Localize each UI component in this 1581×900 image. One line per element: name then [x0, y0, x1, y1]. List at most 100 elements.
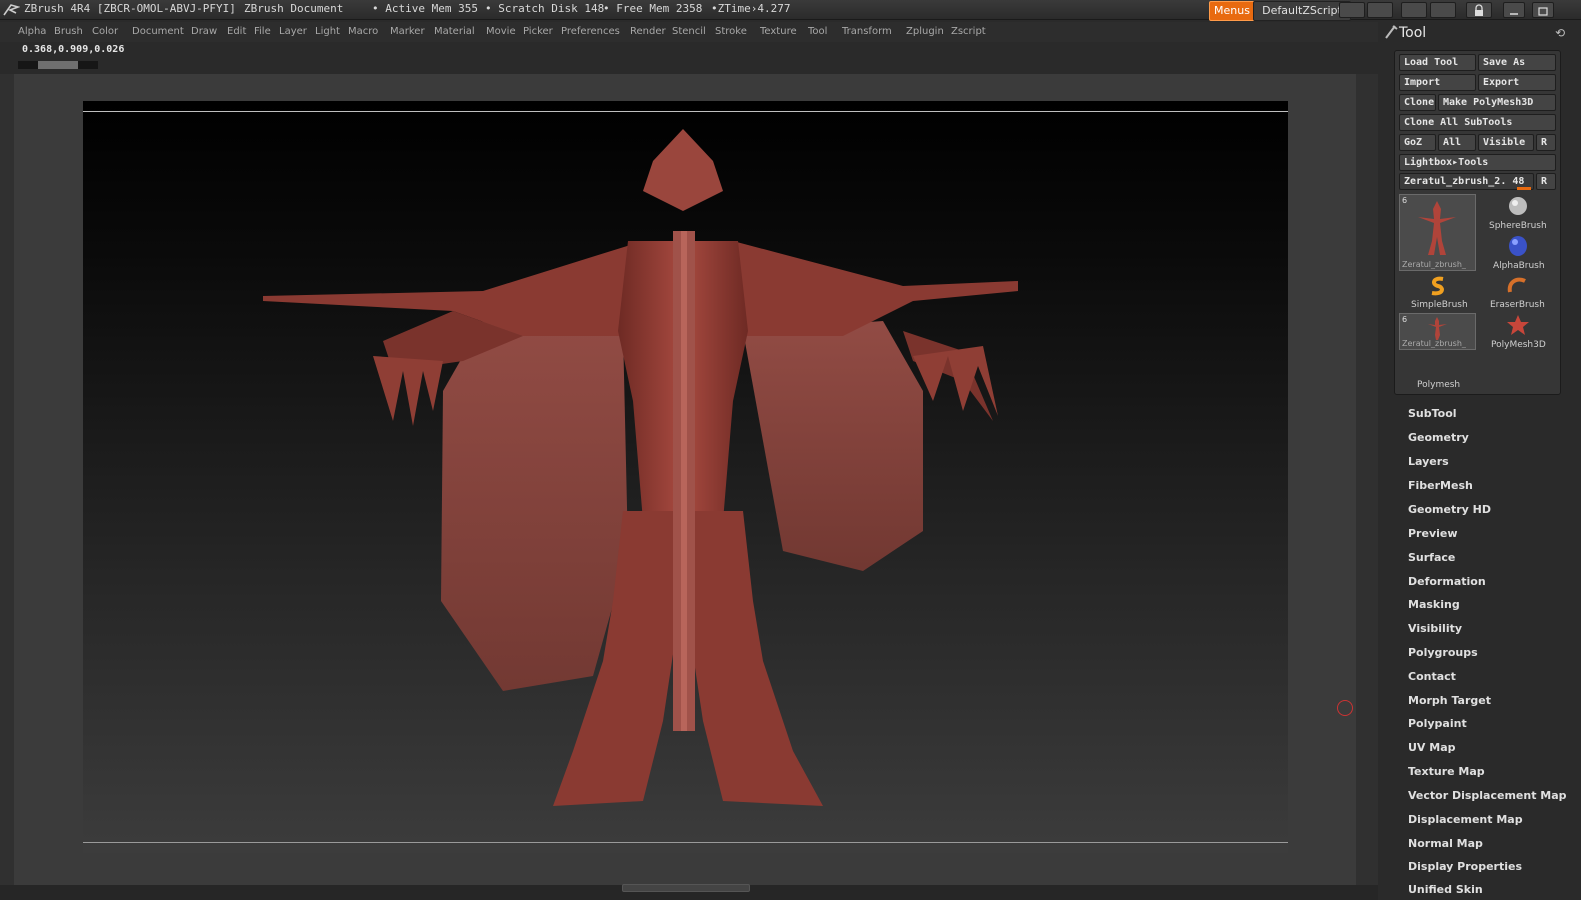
current-tool-slider[interactable]: Zeratul_zbrush_2. 48: [1399, 173, 1534, 190]
export-button[interactable]: Export: [1478, 74, 1556, 91]
bottom-tray-handle[interactable]: [622, 884, 750, 892]
subpalette-layers[interactable]: Layers: [1408, 455, 1449, 468]
menu-marker[interactable]: Marker: [390, 26, 425, 37]
thumbnail-caption-2: Zeratul_zbrush_: [1402, 339, 1466, 348]
sphere-brush-label: SphereBrush: [1489, 221, 1547, 231]
top-slider[interactable]: [18, 61, 98, 69]
app-title: ZBrush 4R4 [ZBCR-OMOL-ABVJ-PFYI]: [24, 2, 236, 15]
zbrush-logo-icon: [3, 4, 20, 16]
subpalette-normal-map[interactable]: Normal Map: [1408, 837, 1483, 850]
free-mem: • Free Mem 2358: [603, 2, 703, 15]
save-as-button[interactable]: Save As: [1478, 54, 1556, 71]
subpalette-displacement-map[interactable]: Displacement Map: [1408, 813, 1523, 826]
layout-next-icon[interactable]: [1430, 2, 1456, 18]
subpalette-unified-skin[interactable]: Unified Skin: [1408, 883, 1483, 896]
menu-transform[interactable]: Transform: [842, 26, 892, 37]
tool-r-button[interactable]: R: [1536, 173, 1556, 190]
subpalette-visibility[interactable]: Visibility: [1408, 622, 1462, 635]
subpalette-deformation[interactable]: Deformation: [1408, 575, 1486, 588]
goz-button[interactable]: GoZ: [1399, 134, 1436, 151]
sphere-brush-icon[interactable]: [1505, 195, 1531, 217]
subpalette-preview[interactable]: Preview: [1408, 527, 1458, 540]
main-menu-bar: Alpha Brush Color Document Draw Edit Fil…: [0, 22, 1378, 42]
simple-brush-icon[interactable]: [1426, 274, 1450, 298]
subpalette-uv-map[interactable]: UV Map: [1408, 741, 1456, 754]
tool-palette-title: Tool: [1399, 25, 1427, 41]
menu-picker[interactable]: Picker: [523, 26, 553, 37]
goz-visible-button[interactable]: Visible: [1478, 134, 1534, 151]
menu-preferences[interactable]: Preferences: [561, 26, 620, 37]
make-polymesh-button[interactable]: Make PolyMesh3D: [1438, 94, 1556, 111]
menu-layer[interactable]: Layer: [279, 26, 307, 37]
polymesh3d-icon[interactable]: [1505, 313, 1531, 337]
menu-render[interactable]: Render: [630, 26, 666, 37]
subpalette-subtool[interactable]: SubTool: [1408, 407, 1457, 420]
layout-prev-icon[interactable]: [1401, 2, 1427, 18]
zeratul-tool-thumbnail-2[interactable]: 6 Zeratul_zbrush_: [1399, 313, 1476, 350]
shrink-icon[interactable]: [1339, 2, 1365, 18]
subpalette-contact[interactable]: Contact: [1408, 670, 1456, 683]
zeratul-thumb-icon-2: [1428, 317, 1447, 340]
ztime: •ZTime›4.277: [711, 2, 791, 15]
menu-zscript[interactable]: Zscript: [951, 26, 986, 37]
menu-alpha[interactable]: Alpha: [18, 26, 46, 37]
subpalette-fibermesh[interactable]: FiberMesh: [1408, 479, 1473, 492]
menu-edit[interactable]: Edit: [227, 26, 246, 37]
scratch-disk: • Scratch Disk 148: [485, 2, 605, 15]
import-button[interactable]: Import: [1399, 74, 1476, 91]
subpalette-texture-map[interactable]: Texture Map: [1408, 765, 1485, 778]
zeratul-model-render: [263, 129, 1018, 806]
menu-document[interactable]: Document: [132, 26, 184, 37]
menu-movie[interactable]: Movie: [486, 26, 516, 37]
menu-stencil[interactable]: Stencil: [672, 26, 706, 37]
menus-button[interactable]: Menus: [1209, 1, 1255, 21]
default-zscript-button[interactable]: DefaultZScript: [1253, 1, 1351, 21]
tool-slider-fill: [1517, 187, 1531, 190]
subpalette-polypaint[interactable]: Polypaint: [1408, 717, 1467, 730]
menu-tool[interactable]: Tool: [808, 26, 827, 37]
slider-thumb[interactable]: [38, 61, 78, 69]
gyro-indicator-icon[interactable]: [1337, 700, 1353, 716]
alpha-brush-label: AlphaBrush: [1493, 261, 1545, 271]
subpalette-display-properties[interactable]: Display Properties: [1408, 860, 1522, 873]
subpalette-morph-target[interactable]: Morph Target: [1408, 694, 1491, 707]
lightbox-tools-button[interactable]: Lightbox▸Tools: [1399, 154, 1556, 171]
tool-brush-icon: [1385, 25, 1398, 39]
menu-zplugin[interactable]: Zplugin: [906, 26, 944, 37]
load-tool-button[interactable]: Load Tool: [1399, 54, 1476, 71]
menu-macro[interactable]: Macro: [348, 26, 378, 37]
polymesh-label: Polymesh: [1417, 380, 1461, 390]
left-shelf: [0, 74, 14, 890]
eraser-brush-icon[interactable]: [1505, 274, 1531, 298]
subpalette-polygroups[interactable]: Polygroups: [1408, 646, 1478, 659]
refresh-icon[interactable]: ⟲: [1555, 26, 1565, 40]
polymesh3d-label: PolyMesh3D: [1491, 340, 1546, 350]
goz-all-button[interactable]: All: [1438, 134, 1476, 151]
expand-icon[interactable]: [1367, 2, 1393, 18]
menu-brush[interactable]: Brush: [54, 26, 83, 37]
zeratul-tool-thumbnail[interactable]: 6 Zeratul_zbrush_: [1399, 194, 1476, 271]
menu-color[interactable]: Color: [92, 26, 118, 37]
menu-light[interactable]: Light: [315, 26, 340, 37]
clone-all-subtools-button[interactable]: Clone All SubTools: [1399, 114, 1556, 131]
lock-icon[interactable]: [1466, 2, 1492, 18]
subpalette-vector-displacement-map[interactable]: Vector Displacement Map: [1408, 789, 1567, 802]
subpalette-geometry[interactable]: Geometry: [1408, 431, 1469, 444]
subpalette-surface[interactable]: Surface: [1408, 551, 1455, 564]
menu-texture[interactable]: Texture: [760, 26, 797, 37]
canvas-bottom-border: [83, 842, 1288, 843]
active-mem: • Active Mem 355: [372, 2, 478, 15]
restore-icon[interactable]: [1532, 2, 1554, 18]
clone-button[interactable]: Clone: [1399, 94, 1436, 111]
alpha-brush-icon[interactable]: [1505, 234, 1531, 258]
subpalette-masking[interactable]: Masking: [1408, 598, 1460, 611]
goz-r-button[interactable]: R: [1536, 134, 1556, 151]
eraser-brush-label: EraserBrush: [1490, 300, 1545, 310]
menu-material[interactable]: Material: [434, 26, 475, 37]
subpalette-geometry-hd[interactable]: Geometry HD: [1408, 503, 1491, 516]
menu-file[interactable]: File: [254, 26, 271, 37]
minimize-icon[interactable]: [1503, 2, 1525, 18]
menu-draw[interactable]: Draw: [191, 26, 217, 37]
menu-stroke[interactable]: Stroke: [715, 26, 747, 37]
canvas-viewport[interactable]: [83, 101, 1288, 853]
